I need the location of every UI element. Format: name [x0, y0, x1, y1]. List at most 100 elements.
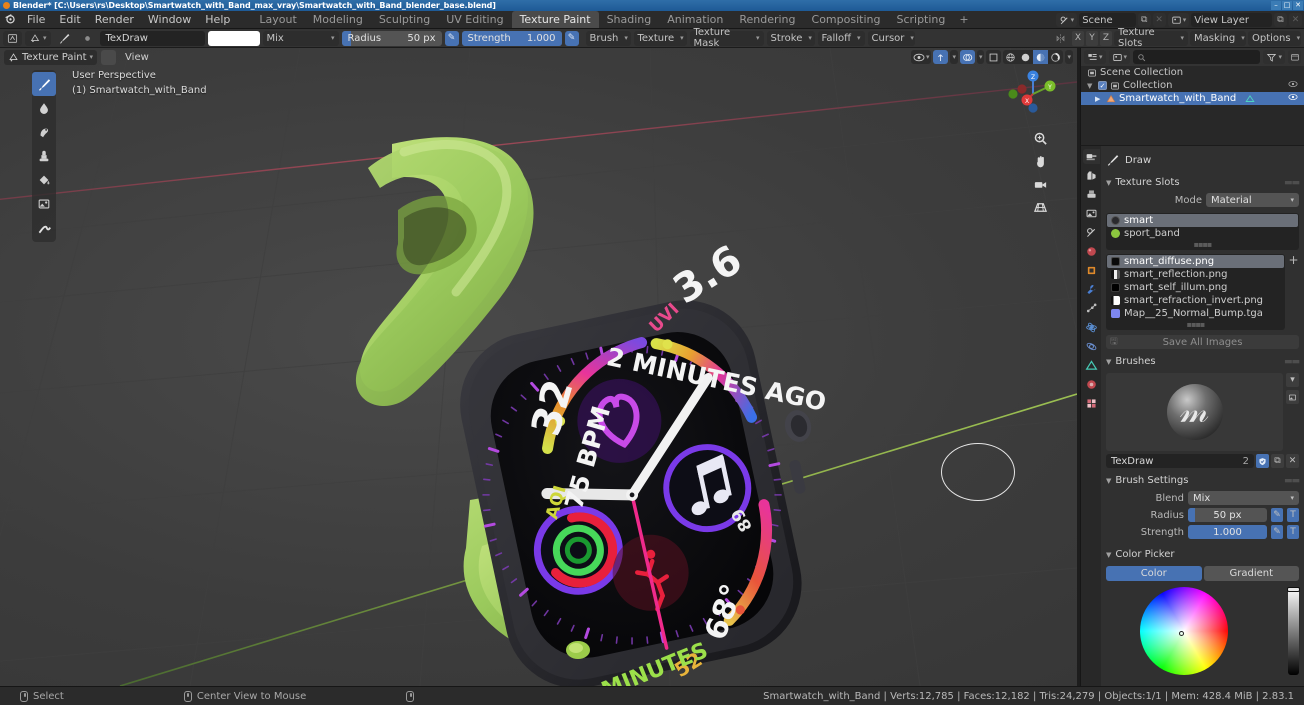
soften-tool-button[interactable]: [32, 96, 56, 120]
smear-tool-button[interactable]: [32, 120, 56, 144]
viewport-view-menu[interactable]: View: [120, 52, 154, 63]
brush-name-field[interactable]: TexDraw: [99, 30, 205, 46]
material-tab[interactable]: [1083, 377, 1100, 392]
shading-dropdown[interactable]: ▾: [1065, 50, 1073, 64]
color-value-knob[interactable]: [1287, 587, 1300, 592]
texture-tab[interactable]: [1083, 396, 1100, 411]
texture-slots-panel-header[interactable]: ▼ Texture Slots ▬▬: [1106, 175, 1300, 190]
physics-tab[interactable]: [1083, 320, 1100, 335]
brush-preview[interactable]: 𝓂: [1106, 373, 1283, 451]
mode-dropdown[interactable]: Material ▾: [1206, 193, 1299, 207]
camera-view-button[interactable]: [1032, 176, 1049, 193]
visibility-dropdown[interactable]: ▾: [910, 50, 932, 64]
navigation-gizmo[interactable]: Z Y X: [1005, 66, 1061, 122]
tab-compositing[interactable]: Compositing: [804, 11, 889, 28]
symmetry-x-button[interactable]: X: [1072, 30, 1084, 46]
brushes-panel-header[interactable]: ▼ Brushes ▬▬: [1106, 354, 1300, 369]
duplicate-brush-button[interactable]: ⧉: [1271, 454, 1284, 468]
tab-rendering[interactable]: Rendering: [731, 11, 803, 28]
options-menu[interactable]: Options ▾: [1248, 30, 1301, 46]
view-layer-selector[interactable]: View Layer: [1191, 13, 1272, 27]
minimize-button[interactable]: –: [1271, 1, 1281, 10]
tool-tab[interactable]: [1082, 149, 1100, 164]
outliner-search-input[interactable]: [1133, 50, 1261, 64]
xray-toggle[interactable]: [986, 50, 1002, 64]
color-wheel-knob[interactable]: [1178, 631, 1184, 636]
tab-sculpting[interactable]: Sculpting: [371, 11, 438, 28]
new-view-layer-button[interactable]: ⧉: [1274, 13, 1287, 27]
blend-mode-dropdown[interactable]: Mix ▾: [262, 30, 339, 46]
data-tab[interactable]: [1083, 358, 1100, 373]
annotate-tool-button[interactable]: [32, 216, 56, 240]
texture-mask-menu[interactable]: Texture Mask ▾: [689, 27, 764, 49]
fill-tool-button[interactable]: [32, 168, 56, 192]
remove-view-layer-button[interactable]: ✕: [1289, 13, 1302, 27]
clone-tool-button[interactable]: [32, 144, 56, 168]
tab-scripting[interactable]: Scripting: [888, 11, 953, 28]
save-all-images-button[interactable]: 🖫 Save All Images: [1106, 335, 1299, 349]
brush-icon[interactable]: [54, 31, 75, 46]
radius-pressure-icon[interactable]: ✎: [1271, 508, 1283, 522]
menu-file[interactable]: File: [20, 11, 52, 29]
gizmo-dropdown[interactable]: ▾: [950, 50, 958, 64]
move-view-button[interactable]: [1032, 153, 1049, 170]
output-tab[interactable]: [1083, 187, 1100, 202]
view-layer-tab[interactable]: [1083, 206, 1100, 221]
outliner-editor-type-icon[interactable]: ▾: [1084, 50, 1106, 64]
texture-slots-menu[interactable]: Texture Slots ▾: [1114, 27, 1188, 49]
material-slot-list[interactable]: smart sport_band ▪▪▪▪: [1106, 213, 1299, 250]
masking-menu[interactable]: Masking ▾: [1190, 30, 1246, 46]
collection-checkbox[interactable]: ✓: [1098, 81, 1107, 90]
tab-gradient[interactable]: Gradient: [1203, 566, 1299, 581]
texture-preview-icon[interactable]: [78, 31, 97, 46]
solid-shading[interactable]: [1018, 50, 1033, 64]
brush-settings-panel-header[interactable]: ▼ Brush Settings ▬▬: [1106, 473, 1300, 488]
outliner-row-scene-collection[interactable]: Scene Collection: [1081, 66, 1304, 79]
window-controls[interactable]: – □ ✕: [1271, 1, 1303, 10]
pivot-point-icon[interactable]: [101, 49, 117, 65]
list-item[interactable]: smart_reflection.png: [1107, 268, 1284, 281]
brush-browse-button[interactable]: ▾: [1286, 373, 1299, 387]
viewport-mode-dropdown[interactable]: Texture Paint ▾: [4, 49, 98, 65]
brush-preview-render-button[interactable]: [1286, 390, 1299, 404]
cursor-menu[interactable]: Cursor ▾: [867, 30, 915, 46]
draw-tool-button[interactable]: [32, 72, 56, 96]
outliner-editor[interactable]: ▾ ▾ ▾ Scene Collection ▼ ✓ Collection ▶ …: [1080, 48, 1304, 145]
scene-selector[interactable]: Scene: [1079, 13, 1136, 27]
outliner-row-collection[interactable]: ▼ ✓ Collection: [1081, 79, 1304, 92]
outliner-display-mode-icon[interactable]: ▾: [1108, 50, 1131, 64]
scene-browse-icon[interactable]: ▾: [1055, 13, 1078, 27]
fake-user-toggle[interactable]: [1256, 454, 1269, 468]
symmetry-z-button[interactable]: Z: [1100, 30, 1112, 46]
tab-uv-editing[interactable]: UV Editing: [438, 11, 511, 28]
properties-editor[interactable]: Draw ▼ Texture Slots ▬▬ Mode Material ▾ …: [1080, 145, 1304, 686]
color-wheel[interactable]: [1140, 587, 1228, 675]
radius-pressure-icon[interactable]: ✎: [444, 30, 459, 46]
strength-unified-icon[interactable]: T: [1287, 525, 1299, 539]
brush-color-swatch[interactable]: [207, 30, 260, 46]
brush-menu[interactable]: Brush ▾: [585, 30, 631, 46]
maximize-button[interactable]: □: [1282, 1, 1292, 10]
list-item[interactable]: smart_diffuse.png: [1107, 255, 1284, 268]
object-visibility-eye-icon[interactable]: [1288, 93, 1304, 104]
object-tab[interactable]: [1083, 263, 1100, 278]
menu-window[interactable]: Window: [141, 11, 198, 29]
tab-shading[interactable]: Shading: [599, 11, 660, 28]
overlays-toggle[interactable]: [959, 50, 975, 64]
add-workspace-button[interactable]: +: [953, 11, 974, 28]
texture-menu[interactable]: Texture ▾: [633, 30, 687, 46]
menu-help[interactable]: Help: [198, 11, 237, 29]
filter-icon[interactable]: ▾: [1263, 50, 1285, 64]
close-button[interactable]: ✕: [1293, 1, 1303, 10]
stroke-menu[interactable]: Stroke ▾: [766, 30, 815, 46]
add-texture-slot-button[interactable]: +: [1288, 253, 1299, 267]
modifier-tab[interactable]: [1083, 282, 1100, 297]
render-tab[interactable]: [1083, 168, 1100, 183]
mask-tool-button[interactable]: [32, 192, 56, 216]
overlays-dropdown[interactable]: ▾: [976, 50, 985, 64]
rendered-shading[interactable]: [1048, 50, 1063, 64]
strength-slider[interactable]: 1.000: [1188, 525, 1267, 539]
editor-type-icon[interactable]: [3, 30, 22, 46]
tab-color[interactable]: Color: [1106, 566, 1202, 581]
scene-tab[interactable]: [1083, 225, 1100, 240]
